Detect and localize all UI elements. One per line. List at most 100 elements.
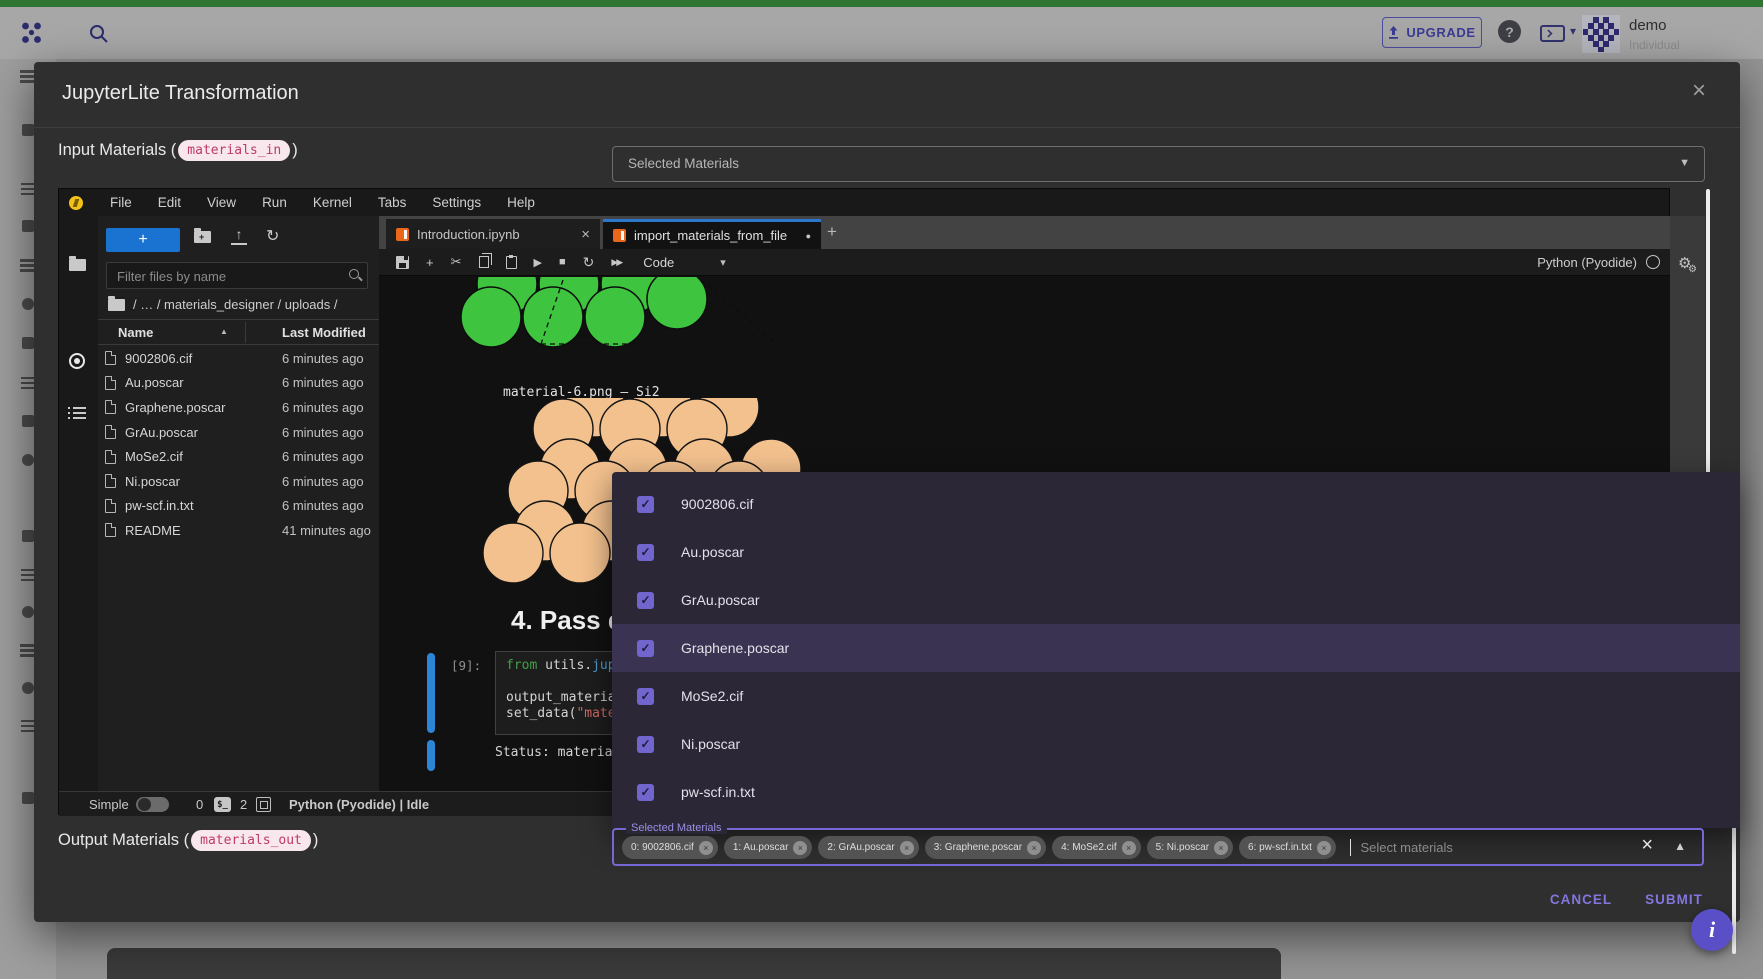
material-chip[interactable]: 6: pw-scf.in.txt× — [1239, 836, 1336, 859]
table-of-contents-icon[interactable] — [68, 406, 86, 420]
chip-delete-icon[interactable]: × — [1214, 841, 1228, 855]
avatar[interactable] — [1582, 15, 1620, 53]
file-browser-tab-icon[interactable] — [69, 259, 86, 271]
column-name[interactable]: Name — [118, 325, 153, 340]
chip-delete-icon[interactable]: × — [1122, 841, 1136, 855]
breadcrumb-path[interactable]: / … / materials_designer / uploads / — [133, 297, 338, 312]
file-row[interactable]: pw-scf.in.txt6 minutes ago — [98, 494, 379, 519]
file-row[interactable]: Ni.poscar6 minutes ago — [98, 469, 379, 494]
selected-materials-select[interactable]: Selected Materials ▼ — [612, 146, 1705, 182]
cut-icon[interactable]: ✂ — [451, 254, 462, 270]
file-row[interactable]: Graphene.poscar6 minutes ago — [98, 395, 379, 420]
brand-logo-icon[interactable] — [21, 22, 43, 44]
chip-delete-icon[interactable]: × — [793, 841, 807, 855]
chip-delete-icon[interactable]: × — [900, 841, 914, 855]
submit-button[interactable]: SUBMIT — [1638, 886, 1710, 912]
running-sessions-icon[interactable] — [69, 353, 85, 369]
new-launcher-button[interactable]: + — [106, 228, 180, 252]
terminal-icon[interactable] — [1540, 25, 1565, 42]
material-chip[interactable]: 1: Au.poscar× — [724, 836, 813, 859]
menu-kernel[interactable]: Kernel — [300, 195, 365, 210]
simple-mode-toggle[interactable] — [136, 797, 169, 812]
checkbox-checked-icon[interactable]: ✓ — [637, 544, 654, 561]
cancel-button[interactable]: CANCEL — [1546, 886, 1616, 912]
dropdown-option-highlighted[interactable]: ✓Graphene.poscar — [612, 624, 1740, 672]
kernel-status-label[interactable]: Python (Pyodide) | Idle — [289, 797, 429, 812]
checkbox-checked-icon[interactable]: ✓ — [637, 736, 654, 753]
checkbox-checked-icon[interactable]: ✓ — [637, 496, 654, 513]
file-icon — [105, 400, 116, 414]
file-row[interactable]: 9002806.cif6 minutes ago — [98, 346, 379, 371]
paste-icon[interactable] — [506, 256, 517, 269]
restart-kernel-icon[interactable]: ↻ — [583, 254, 595, 271]
chip-delete-icon[interactable]: × — [1317, 841, 1331, 855]
dropdown-option[interactable]: ✓Ni.poscar — [612, 720, 1740, 768]
save-icon[interactable] — [396, 256, 409, 269]
close-icon[interactable]: × — [581, 226, 590, 243]
file-row[interactable]: GrAu.poscar6 minutes ago — [98, 420, 379, 445]
restart-run-all-icon[interactable]: ▶▶ — [611, 257, 621, 268]
checkbox-checked-icon[interactable]: ✓ — [637, 688, 654, 705]
select-placeholder[interactable]: Select materials — [1360, 840, 1452, 855]
dropdown-option[interactable]: ✓9002806.cif — [612, 480, 1740, 528]
chevron-down-icon[interactable]: ▼ — [1679, 157, 1690, 169]
material-chip[interactable]: 2: GrAu.poscar× — [818, 836, 918, 859]
kernel-name[interactable]: Python (Pyodide) — [1537, 255, 1637, 270]
refresh-icon[interactable]: ↻ — [266, 226, 279, 246]
material-chip[interactable]: 3: Graphene.poscar× — [925, 836, 1046, 859]
menu-file[interactable]: File — [97, 195, 145, 210]
menu-edit[interactable]: Edit — [145, 195, 194, 210]
chip-delete-icon[interactable]: × — [699, 841, 713, 855]
stop-icon[interactable]: ■ — [559, 256, 566, 268]
chevron-up-icon[interactable]: ▲ — [1674, 839, 1686, 853]
material-chip[interactable]: 0: 9002806.cif× — [622, 836, 718, 859]
dropdown-option[interactable]: ✓Au.poscar — [612, 528, 1740, 576]
material-chip[interactable]: 5: Ni.poscar× — [1147, 836, 1233, 859]
cell-type-select[interactable]: Code — [643, 255, 674, 270]
chip-delete-icon[interactable]: × — [1027, 841, 1041, 855]
dropdown-option[interactable]: ✓pw-scf.in.txt — [612, 768, 1740, 816]
close-icon[interactable]: × — [1682, 74, 1716, 108]
run-icon[interactable]: ▶ — [534, 256, 542, 269]
clear-all-icon[interactable]: × — [1641, 834, 1653, 857]
breadcrumb[interactable]: / … / materials_designer / uploads / — [108, 297, 338, 312]
help-icon[interactable]: ? — [1498, 20, 1521, 43]
upload-icon[interactable]: ↑ — [231, 226, 247, 245]
tab-introduction[interactable]: Introduction.ipynb × — [386, 219, 600, 249]
search-icon — [349, 269, 359, 279]
info-fab-button[interactable]: i — [1691, 909, 1733, 951]
dropdown-option[interactable]: ✓GrAu.poscar — [612, 576, 1740, 624]
tab-bar: Introduction.ipynb × import_materials_fr… — [379, 216, 1670, 249]
tab-import-materials[interactable]: import_materials_from_file ● — [603, 219, 821, 249]
upgrade-button[interactable]: UPGRADE — [1382, 17, 1482, 48]
chevron-down-icon[interactable]: ▾ — [720, 256, 726, 269]
filter-files-input[interactable]: Filter files by name — [106, 262, 368, 289]
file-row[interactable]: README41 minutes ago — [98, 518, 379, 543]
file-row[interactable]: MoSe2.cif6 minutes ago — [98, 444, 379, 469]
cell-collapser[interactable] — [427, 740, 435, 771]
kernel-status-icon[interactable] — [1646, 255, 1660, 269]
terminal-caret-icon[interactable]: ▾ — [1570, 24, 1576, 38]
menu-view[interactable]: View — [194, 195, 249, 210]
checkbox-checked-icon[interactable]: ✓ — [637, 592, 654, 609]
checkbox-checked-icon[interactable]: ✓ — [637, 784, 654, 801]
output-materials-select[interactable]: Selected Materials 0: 9002806.cif× 1: Au… — [612, 828, 1704, 866]
insert-cell-icon[interactable]: + — [426, 255, 434, 270]
file-row[interactable]: Au.poscar6 minutes ago — [98, 371, 379, 396]
file-icon — [105, 474, 116, 488]
cell-collapser[interactable] — [427, 653, 435, 733]
column-last-modified[interactable]: Last Modified — [282, 325, 366, 340]
menu-settings[interactable]: Settings — [419, 195, 494, 210]
sort-asc-icon[interactable]: ▲ — [220, 327, 228, 336]
search-icon[interactable] — [88, 23, 110, 45]
menu-help[interactable]: Help — [494, 195, 548, 210]
material-chip[interactable]: 4: MoSe2.cif× — [1052, 836, 1141, 859]
checkbox-checked-icon[interactable]: ✓ — [637, 640, 654, 657]
menu-run[interactable]: Run — [249, 195, 300, 210]
menu-tabs[interactable]: Tabs — [365, 195, 420, 210]
new-folder-icon[interactable]: + — [194, 231, 211, 243]
user-name[interactable]: demo — [1629, 17, 1667, 34]
dropdown-option[interactable]: ✓MoSe2.cif — [612, 672, 1740, 720]
new-tab-icon[interactable]: + — [827, 222, 837, 242]
copy-icon[interactable] — [479, 256, 489, 268]
